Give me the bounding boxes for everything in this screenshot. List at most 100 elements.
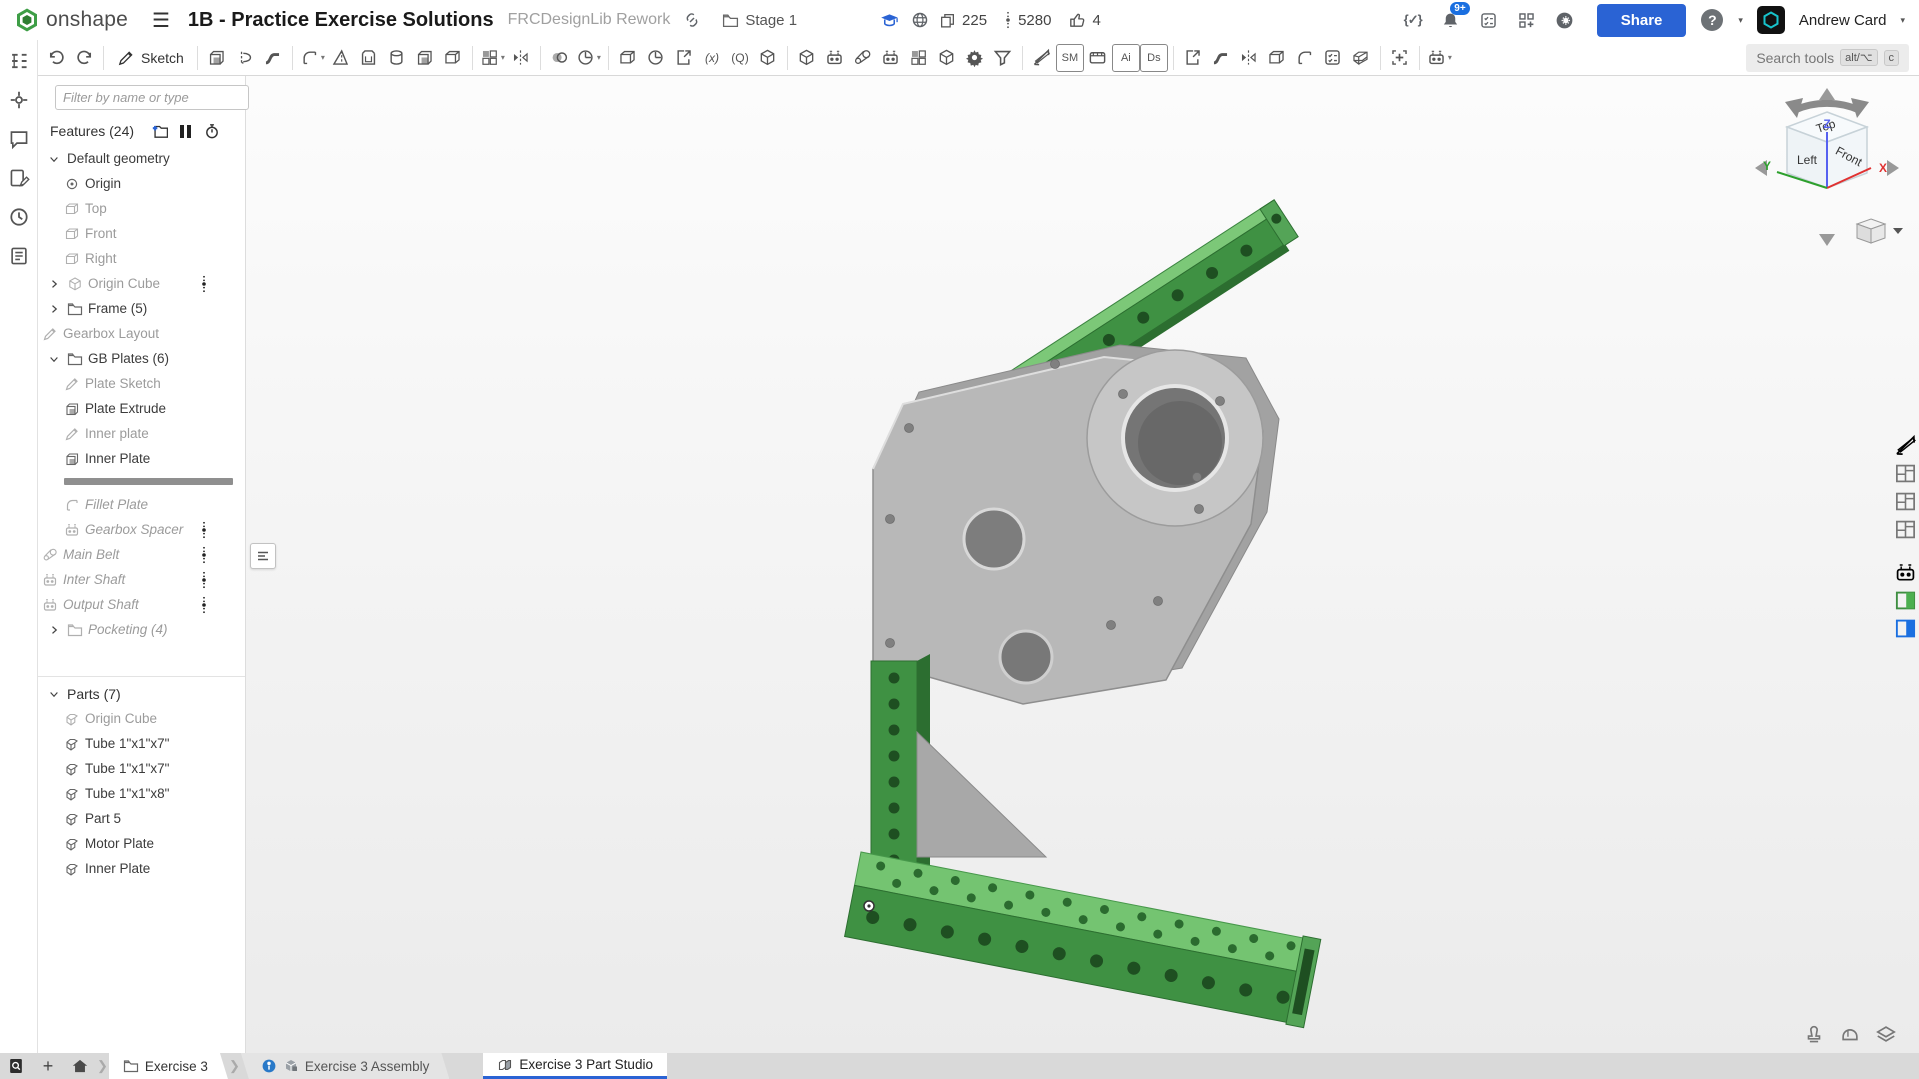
tree-item-plate-sketch[interactable]: Plate Sketch (38, 371, 245, 396)
pattern-caret-icon[interactable]: ▾ (501, 53, 505, 62)
corner-button[interactable] (1291, 44, 1319, 72)
split-caret-icon[interactable]: ▾ (597, 53, 601, 62)
versions-code-icon[interactable]: {✓} (1401, 8, 1425, 32)
tree-item-inner-plate-extrude[interactable]: Inner Plate (38, 446, 245, 471)
notifications-bell-icon[interactable]: 9+ (1439, 8, 1463, 32)
tree-item-top-plane[interactable]: Top (38, 196, 245, 221)
part-row-inner-plate[interactable]: Inner Plate (38, 856, 245, 881)
linear-pattern-button[interactable]: ▾ (478, 44, 507, 72)
rotate-down-arrow-icon[interactable] (1819, 234, 1835, 246)
right-dock-sheet-green-icon[interactable] (1894, 589, 1917, 612)
search-tools[interactable]: Search tools alt/⌥ c (1746, 44, 1909, 72)
tab-exercise-3[interactable]: Exercise 3 (109, 1053, 228, 1079)
custom-feature-1-button[interactable] (821, 44, 849, 72)
app-store-icon[interactable] (1515, 8, 1539, 32)
graphics-viewport[interactable]: Top Left Front Z X Y (246, 76, 1919, 1053)
finish-part-button[interactable] (1319, 44, 1347, 72)
public-globe-icon[interactable] (908, 8, 932, 32)
help-button[interactable]: ? (1700, 8, 1724, 32)
education-icon[interactable] (877, 8, 901, 32)
part-bottom-tube[interactable] (844, 850, 1321, 1028)
tree-group-frame[interactable]: Frame (5) (38, 296, 245, 321)
part-row-motor-plate[interactable]: Motor Plate (38, 831, 245, 856)
tube-button[interactable] (1347, 44, 1375, 72)
notebook-icon[interactable] (8, 245, 30, 267)
thicken-button[interactable] (411, 44, 439, 72)
frame-tool-button[interactable] (1084, 44, 1112, 72)
panel-handle-button[interactable] (250, 543, 276, 569)
right-dock-tables-icon[interactable] (1894, 434, 1917, 457)
part-row-tube-7a[interactable]: Tube 1"x1"x7" (38, 731, 245, 756)
collapse-arrow-icon[interactable] (46, 686, 62, 702)
tree-group-origin-cube[interactable]: Origin Cube (38, 271, 245, 296)
tree-item-origin[interactable]: Origin (38, 171, 245, 196)
modify-fillet-button[interactable] (1235, 44, 1263, 72)
belt-feature-button[interactable] (849, 44, 877, 72)
tab-exercise-3-part-studio[interactable]: Exercise 3 Part Studio (483, 1053, 667, 1079)
avatar[interactable] (1757, 6, 1785, 34)
rollback-bar[interactable] (64, 478, 233, 485)
fillet-caret-icon[interactable]: ▾ (321, 53, 325, 62)
sweep-button[interactable] (259, 44, 287, 72)
release-notes-icon[interactable] (8, 167, 30, 189)
view-options-button[interactable] (1857, 219, 1903, 243)
collapse-arrow-icon[interactable] (46, 351, 62, 367)
sheet-metal-button[interactable]: SM (1056, 44, 1084, 72)
part-row-part-5[interactable]: Part 5 (38, 806, 245, 831)
mirror-button[interactable] (507, 44, 535, 72)
kebab-menu-icon[interactable] (199, 596, 209, 614)
appearance-stamp-icon[interactable] (1803, 1023, 1825, 1045)
extrude-button[interactable] (203, 44, 231, 72)
help-caret-icon[interactable]: ▾ (1738, 15, 1743, 26)
ai-tool-button[interactable]: Ai (1112, 44, 1140, 72)
measure-tool-button[interactable] (1028, 44, 1056, 72)
right-dock-sheet-blue-icon[interactable] (1894, 617, 1917, 640)
filter-feature-button[interactable] (989, 44, 1017, 72)
follow-mode-icon[interactable] (8, 89, 30, 111)
tree-group-default-geometry[interactable]: Default geometry (38, 146, 245, 171)
suspend-rebuild-icon[interactable] (180, 125, 191, 138)
right-dock-display-icon[interactable] (1894, 518, 1917, 541)
view-cube-left-label[interactable]: Left (1797, 153, 1818, 167)
shell-button[interactable] (355, 44, 383, 72)
feature-structure-icon[interactable] (8, 50, 30, 72)
tab-exercise-3-assembly[interactable]: Exercise 3 Assembly (241, 1053, 450, 1079)
right-dock-config-icon[interactable] (1894, 561, 1917, 584)
document-title[interactable]: 1B - Practice Exercise Solutions (188, 9, 494, 32)
sheet-button[interactable] (1263, 44, 1291, 72)
sketch-button[interactable]: Sketch (109, 44, 192, 72)
rotate-left-arrow-icon[interactable] (1795, 103, 1859, 110)
part-row-tube-7b[interactable]: Tube 1"x1"x7" (38, 756, 245, 781)
tree-item-fillet-plate[interactable]: Fillet Plate (38, 492, 245, 517)
likes-stat[interactable]: 4 (1068, 11, 1100, 29)
kebab-menu-icon[interactable] (199, 521, 209, 539)
helix-button[interactable] (642, 44, 670, 72)
custom-feature-2-button[interactable] (877, 44, 905, 72)
user-caret-icon[interactable]: ▾ (1900, 15, 1905, 26)
tree-item-gearbox-layout[interactable]: Gearbox Layout (38, 321, 245, 346)
rib-button[interactable] (439, 44, 467, 72)
new-tab-button[interactable]: + (32, 1053, 64, 1079)
filter-input[interactable] (55, 85, 249, 110)
new-folder-icon[interactable] (150, 122, 168, 140)
revolve-button[interactable] (231, 44, 259, 72)
variable-button[interactable] (698, 44, 726, 72)
ds-tool-button[interactable]: Ds (1140, 44, 1168, 72)
link-icon[interactable] (680, 8, 704, 32)
tasks-icon[interactable] (1477, 8, 1501, 32)
rebuild-timer-icon[interactable] (203, 122, 221, 140)
boolean-button[interactable] (546, 44, 574, 72)
gear-button[interactable] (961, 44, 989, 72)
split-button[interactable]: ▾ (574, 44, 603, 72)
learning-center-icon[interactable] (1553, 8, 1577, 32)
kebab-menu-icon[interactable] (199, 571, 209, 589)
main-menu-icon[interactable]: ☰ (152, 8, 170, 33)
copies-stat[interactable]: 225 (939, 12, 987, 29)
tree-item-front-plane[interactable]: Front (38, 221, 245, 246)
workspace-breadcrumb[interactable]: Stage 1 (722, 12, 797, 29)
tree-item-main-belt[interactable]: Main Belt (38, 542, 245, 567)
part-gearbox-plate[interactable] (873, 350, 1263, 704)
redo-button[interactable] (70, 44, 98, 72)
gear-feature-button[interactable] (933, 44, 961, 72)
featurescript-caret-icon[interactable]: ▾ (1448, 53, 1452, 62)
